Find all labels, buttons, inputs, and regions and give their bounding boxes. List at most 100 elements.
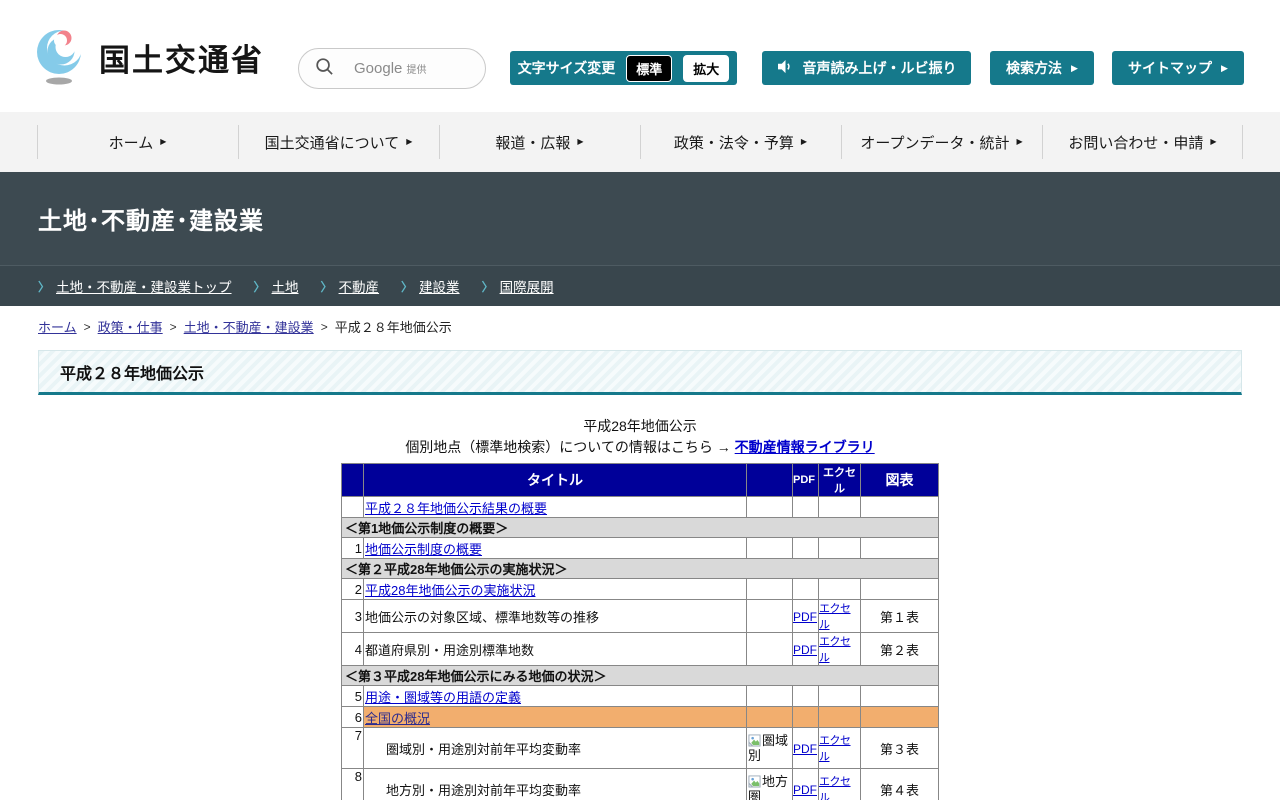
chevron-icon: 〉: [254, 278, 266, 295]
mlit-logo[interactable]: 国土交通省: [33, 24, 264, 91]
col-header-excel: エクセル: [819, 464, 861, 497]
pdf-link[interactable]: PDF: [793, 610, 817, 624]
category-link-4[interactable]: 〉国際展開: [482, 276, 554, 296]
breadcrumb-item-0[interactable]: ホーム: [38, 317, 77, 336]
row-number: [342, 497, 364, 518]
search-icon: [315, 57, 334, 81]
search-method-button[interactable]: 検索方法 ▶: [990, 51, 1094, 85]
nav-item-2[interactable]: 報道・広報▶: [439, 112, 640, 172]
chevron-right-icon: ▶: [1016, 138, 1022, 146]
row-image-cell: 地方圏: [747, 769, 793, 800]
row-chart-cell: [861, 707, 939, 728]
chevron-right-icon: ▶: [160, 138, 166, 146]
table-row-10: 7圏域別・用途別対前年平均変動率圏域別PDFエクセル第３表: [342, 728, 939, 769]
pdf-link[interactable]: PDF: [793, 783, 817, 797]
speaker-icon: [777, 59, 794, 77]
col-header-img: [747, 464, 793, 497]
title-link[interactable]: 全国の概況: [365, 711, 430, 726]
row-chart-cell: [861, 538, 939, 559]
broken-image-icon: [748, 734, 761, 747]
row-excel-cell: [819, 686, 861, 707]
chevron-icon: 〉: [38, 278, 50, 295]
row-title: 地方別・用途別対前年平均変動率: [364, 769, 747, 800]
chevron-icon: 〉: [482, 278, 494, 295]
search-input[interactable]: Google 提供: [298, 48, 486, 89]
search-placeholder: Google 提供: [354, 60, 427, 77]
excel-link[interactable]: エクセル: [819, 636, 851, 664]
tts-button[interactable]: 音声読み上げ・ルビ振り: [762, 51, 971, 85]
title-link[interactable]: 平成２８年地価公示結果の概要: [365, 501, 547, 516]
excel-link[interactable]: エクセル: [819, 776, 851, 800]
font-standard-button[interactable]: 標準: [626, 55, 672, 82]
row-excel-cell: エクセル: [819, 600, 861, 633]
row-title: 地価公示の対象区域、標準地数等の推移: [364, 600, 747, 633]
category-link-2[interactable]: 〉不動産: [321, 276, 380, 296]
section-header: ＜第1地価公示制度の概要＞: [342, 518, 939, 538]
category-link-0[interactable]: 〉土地・不動産・建設業トップ: [38, 276, 232, 296]
excel-link[interactable]: エクセル: [819, 603, 851, 631]
row-number: 5: [342, 686, 364, 707]
intro-line1: 平成28年地価公示: [0, 416, 1280, 437]
title-link[interactable]: 平成28年地価公示の実施状況: [365, 583, 535, 598]
table-row-11: 8地方別・用途別対前年平均変動率地方圏PDFエクセル第４表: [342, 769, 939, 800]
category-hero: 土地･不動産･建設業: [0, 172, 1280, 265]
col-header-num: [342, 464, 364, 497]
row-image-cell: [747, 579, 793, 600]
breadcrumb-separator: >: [84, 320, 91, 334]
pdf-link[interactable]: PDF: [793, 643, 817, 657]
chevron-right-icon: ▶: [801, 138, 807, 146]
chevron-right-icon: ▶: [1210, 138, 1216, 146]
title-link[interactable]: 用途・圏域等の用語の定義: [365, 690, 521, 705]
row-image-cell: [747, 538, 793, 559]
nav-item-0[interactable]: ホーム▶: [37, 112, 238, 172]
breadcrumb-item-1[interactable]: 政策・仕事: [98, 317, 163, 336]
row-title: 平成28年地価公示の実施状況: [364, 579, 747, 600]
category-link-3[interactable]: 〉建設業: [401, 276, 460, 296]
chevron-right-icon: ▶: [577, 138, 583, 146]
category-subnav: 〉土地・不動産・建設業トップ 〉土地 〉不動産 〉建設業 〉国際展開: [0, 265, 1280, 306]
chevron-icon: 〉: [401, 278, 413, 295]
table-row-0: 平成２８年地価公示結果の概要: [342, 497, 939, 518]
title-link[interactable]: 地価公示制度の概要: [365, 542, 482, 557]
nav-item-1[interactable]: 国土交通省について▶: [238, 112, 439, 172]
row-title: 圏域別・用途別対前年平均変動率: [364, 728, 747, 769]
col-header-chart: 図表: [861, 464, 939, 497]
breadcrumb: ホーム>政策・仕事>土地・不動産・建設業>平成２８年地価公示: [0, 306, 1280, 345]
row-pdf-cell: [793, 538, 819, 559]
breadcrumb-item-2[interactable]: 土地・不動産・建設業: [184, 317, 314, 336]
table-row-6: 4都道府県別・用途別標準地数PDFエクセル第２表: [342, 633, 939, 666]
nav-item-4[interactable]: オープンデータ・統計▶: [841, 112, 1042, 172]
search-method-label: 検索方法: [1006, 58, 1062, 78]
page-title: 平成２８年地価公示: [38, 350, 1242, 395]
row-chart-cell: [861, 579, 939, 600]
row-pdf-cell: [793, 707, 819, 728]
sitemap-label: サイトマップ: [1128, 58, 1212, 78]
row-title: 地価公示制度の概要: [364, 538, 747, 559]
font-large-button[interactable]: 拡大: [683, 55, 729, 82]
row-number: 8: [342, 769, 364, 800]
row-chart-cell: 第１表: [861, 600, 939, 633]
row-image-cell: [747, 633, 793, 666]
row-number: 7: [342, 728, 364, 769]
row-excel-cell: [819, 497, 861, 518]
site-title: 国土交通省: [99, 35, 264, 80]
pdf-link[interactable]: PDF: [793, 742, 817, 756]
real-estate-library-link[interactable]: 不動産情報ライブラリ: [735, 439, 875, 455]
category-link-1[interactable]: 〉土地: [254, 276, 299, 296]
row-image-cell: [747, 707, 793, 728]
col-header-pdf: PDF: [793, 464, 819, 497]
table-row-7: ＜第３平成28年地価公示にみる地価の状況＞: [342, 666, 939, 686]
broken-image-icon: [748, 775, 761, 788]
nav-item-3[interactable]: 政策・法令・予算▶: [640, 112, 841, 172]
excel-link[interactable]: エクセル: [819, 735, 851, 763]
row-image-cell: [747, 600, 793, 633]
chevron-right-icon: ▶: [1071, 64, 1078, 73]
table-row-1: ＜第1地価公示制度の概要＞: [342, 518, 939, 538]
intro-line2: 個別地点（標準地検索）についての情報はこちら → 不動産情報ライブラリ: [0, 437, 1280, 458]
sitemap-button[interactable]: サイトマップ ▶: [1112, 51, 1244, 85]
nav-item-5[interactable]: お問い合わせ・申請▶: [1042, 112, 1243, 172]
table-row-4: 2平成28年地価公示の実施状況: [342, 579, 939, 600]
font-size-label: 文字サイズ変更: [518, 58, 616, 78]
row-excel-cell: [819, 538, 861, 559]
row-pdf-cell: PDF: [793, 769, 819, 800]
